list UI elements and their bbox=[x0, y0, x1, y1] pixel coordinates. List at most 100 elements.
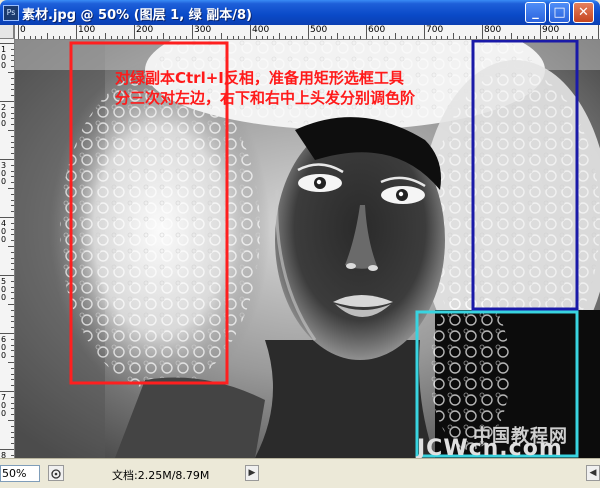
ruler-tick bbox=[337, 33, 338, 39]
ruler-tick bbox=[308, 25, 309, 39]
ruler-tick bbox=[128, 36, 130, 39]
ruler-tick bbox=[8, 188, 14, 189]
ruler-tick bbox=[11, 77, 14, 79]
ruler-tick bbox=[383, 36, 385, 39]
ruler-tick bbox=[447, 36, 449, 39]
ruler-tick bbox=[11, 408, 14, 410]
document-size-info[interactable]: 文档:2.25M/8.79M bbox=[112, 467, 209, 483]
ruler-label: 0 bbox=[1, 177, 7, 186]
ruler-label: 100 bbox=[78, 25, 96, 35]
ruler-tick bbox=[598, 25, 599, 39]
ruler-tick bbox=[41, 36, 43, 39]
ruler-tick bbox=[11, 414, 14, 416]
horizontal-ruler[interactable]: 0 100 200 300 400 500 600 700 800 900 bbox=[14, 25, 600, 40]
ruler-tick bbox=[476, 36, 478, 39]
ruler-tick bbox=[180, 36, 182, 39]
ruler-label: 0 bbox=[20, 25, 26, 35]
ruler-tick bbox=[11, 205, 14, 207]
ruler-tick bbox=[580, 36, 582, 39]
ruler-tick bbox=[110, 36, 112, 39]
ruler-label: 700 bbox=[426, 25, 444, 35]
ruler-tick bbox=[11, 48, 14, 50]
ruler-tick bbox=[371, 36, 373, 39]
ruler-tick bbox=[8, 304, 14, 305]
status-info-icon[interactable] bbox=[48, 465, 64, 481]
ruler-tick bbox=[592, 36, 594, 39]
status-menu-arrow-right[interactable]: ▶ bbox=[245, 465, 259, 481]
ruler-tick bbox=[52, 36, 54, 39]
ruler-tick bbox=[0, 275, 14, 276]
ruler-tick bbox=[8, 246, 14, 247]
ruler-tick bbox=[11, 269, 14, 271]
ruler-tick bbox=[499, 36, 501, 39]
vertical-ruler[interactable]: 1002003004005006007008 bbox=[0, 25, 15, 458]
ruler-tick bbox=[35, 36, 37, 39]
ruler-tick bbox=[139, 36, 141, 39]
ruler-tick bbox=[11, 118, 14, 120]
ruler-tick bbox=[11, 170, 14, 172]
ruler-tick bbox=[11, 327, 14, 329]
annotation-line-2: 分三次对左边，右下和右中上头发分别调色阶 bbox=[115, 89, 416, 107]
title-bar[interactable]: Ps 素材.jpg @ 50% (图层 1, 绿 副本/8) _ □ ✕ bbox=[0, 0, 600, 25]
minimize-button[interactable]: _ bbox=[525, 2, 546, 23]
ruler-tick bbox=[87, 36, 89, 39]
ruler-tick bbox=[197, 36, 199, 39]
ruler-tick bbox=[8, 362, 14, 363]
ruler-tick bbox=[11, 443, 14, 445]
ruler-tick bbox=[11, 437, 14, 439]
ruler-tick bbox=[11, 373, 14, 375]
ruler-tick bbox=[11, 396, 14, 398]
ruler-tick bbox=[11, 321, 14, 323]
ruler-tick bbox=[70, 36, 72, 39]
ruler-tick bbox=[11, 147, 14, 149]
ruler-tick bbox=[105, 33, 106, 39]
ruler-tick bbox=[0, 101, 14, 102]
ruler-tick bbox=[11, 153, 14, 155]
ruler-tick bbox=[551, 36, 553, 39]
ruler-tick bbox=[11, 54, 14, 56]
maximize-button[interactable]: □ bbox=[549, 2, 570, 23]
ruler-tick bbox=[516, 36, 518, 39]
ruler-tick bbox=[11, 234, 14, 236]
ruler-tick bbox=[11, 286, 14, 288]
ruler-tick bbox=[192, 25, 193, 39]
ruler-tick bbox=[255, 36, 257, 39]
ruler-origin[interactable] bbox=[0, 25, 14, 39]
close-button[interactable]: ✕ bbox=[573, 2, 594, 23]
ruler-tick bbox=[11, 176, 14, 178]
ruler-tick bbox=[11, 280, 14, 282]
ruler-tick bbox=[11, 367, 14, 369]
ruler-label: 0 bbox=[1, 235, 7, 244]
ruler-tick bbox=[279, 33, 280, 39]
ruler-tick bbox=[11, 222, 14, 224]
window-title: 素材.jpg @ 50% (图层 1, 绿 副本/8) bbox=[22, 8, 252, 23]
ruler-tick bbox=[134, 25, 135, 39]
ruler-tick bbox=[209, 36, 211, 39]
ruler-tick bbox=[11, 425, 14, 427]
scroll-left-arrow[interactable]: ◀ bbox=[586, 465, 600, 481]
ruler-tick bbox=[429, 36, 431, 39]
ruler-tick bbox=[47, 33, 48, 39]
ruler-tick bbox=[81, 36, 83, 39]
ruler-tick bbox=[116, 36, 118, 39]
minimize-icon: _ bbox=[532, 5, 539, 20]
ruler-tick bbox=[11, 251, 14, 253]
ruler-tick bbox=[557, 36, 559, 39]
ruler-tick bbox=[11, 315, 14, 317]
ruler-tick bbox=[284, 36, 286, 39]
ruler-tick bbox=[0, 217, 14, 218]
watermark-site-url: JCWcn.com bbox=[417, 436, 563, 459]
document-canvas[interactable]: 对绿副本Ctrl+I反相，准备用矩形选框工具 分三次对左边，右下和右中上头发分别… bbox=[15, 40, 600, 458]
ruler-tick bbox=[348, 36, 350, 39]
ruler-tick bbox=[424, 25, 425, 39]
ruler-tick bbox=[0, 391, 14, 392]
ruler-tick bbox=[174, 36, 176, 39]
ruler-tick bbox=[290, 36, 292, 39]
ruler-tick bbox=[8, 72, 14, 73]
ruler-tick bbox=[11, 124, 14, 126]
ruler-tick bbox=[528, 36, 530, 39]
ruler-tick bbox=[406, 36, 408, 39]
ruler-label: 500 bbox=[310, 25, 328, 35]
ruler-tick bbox=[11, 211, 14, 213]
zoom-level-field[interactable]: 50% bbox=[0, 465, 40, 482]
